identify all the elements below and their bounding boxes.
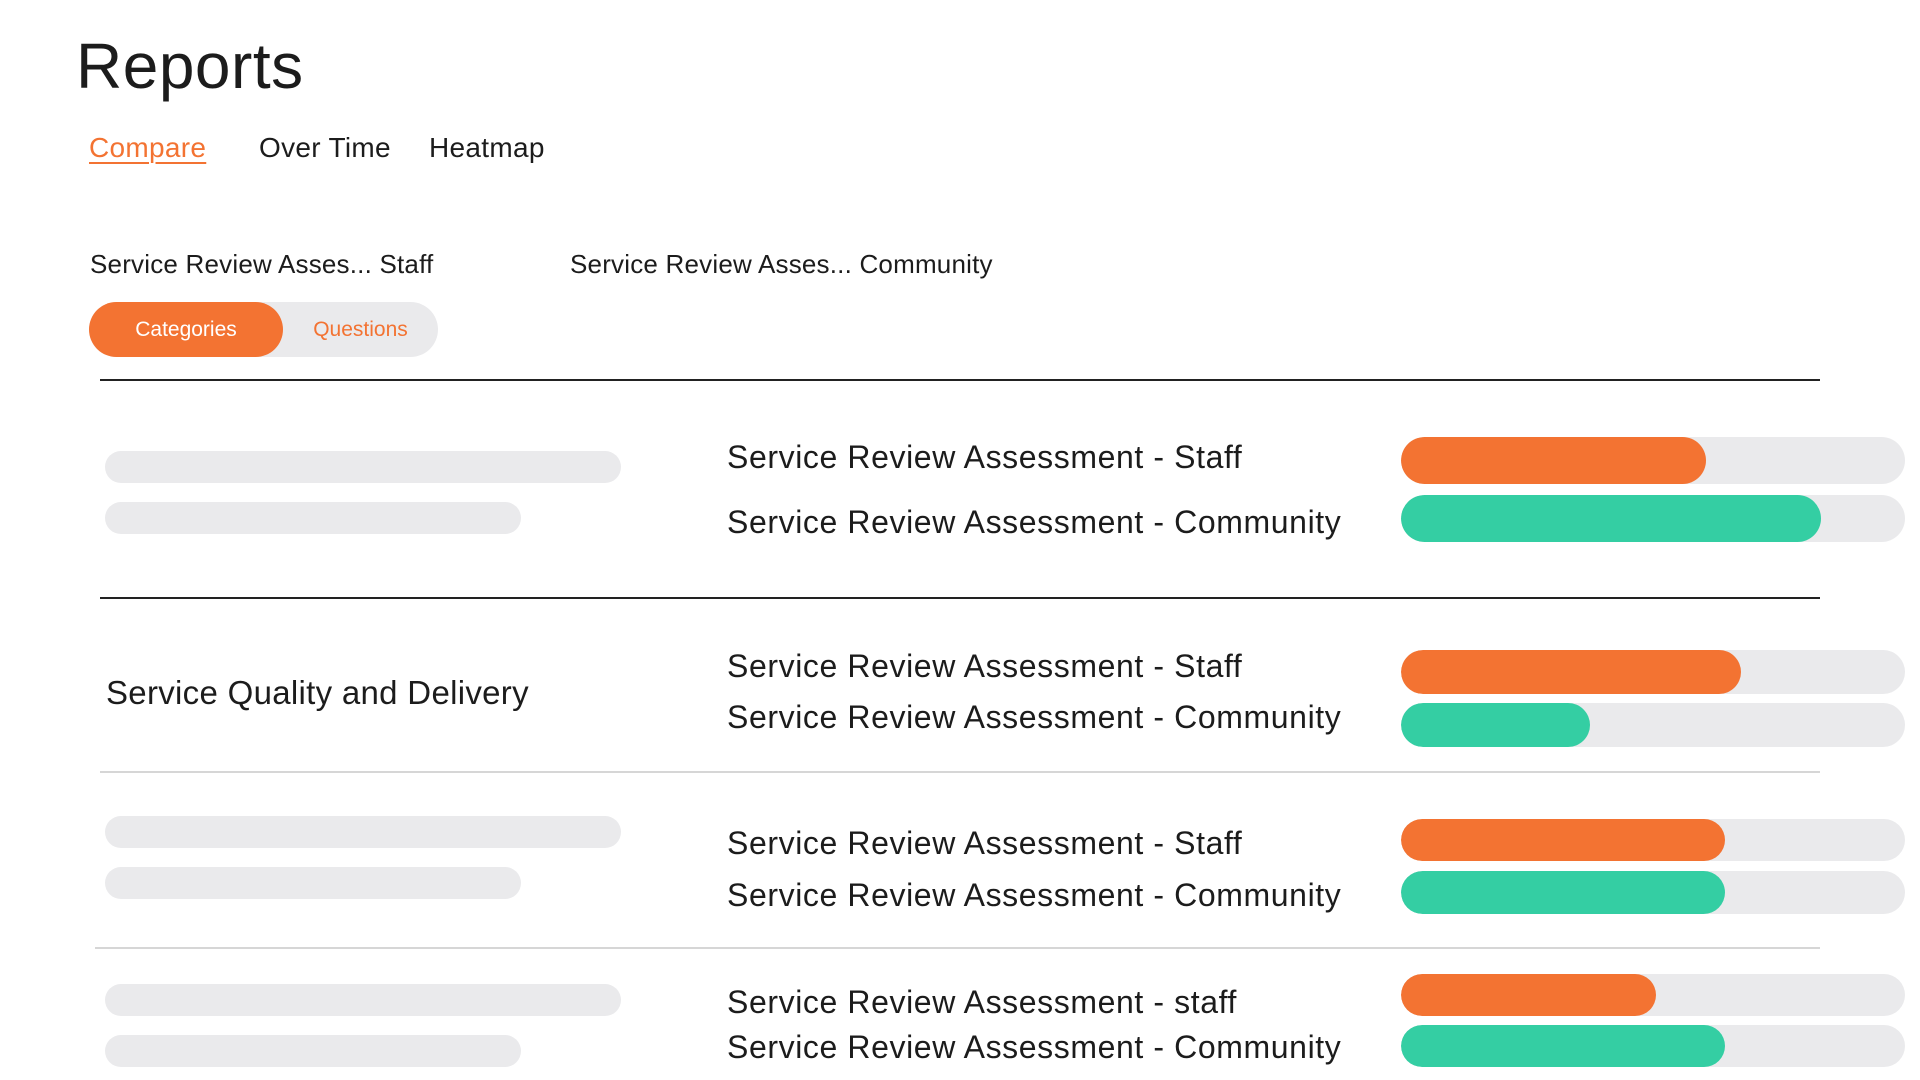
tab-compare[interactable]: Compare — [89, 130, 206, 166]
bar-label-community: Service Review Assessment - Community — [727, 1029, 1342, 1065]
page-title: Reports — [76, 30, 304, 102]
score-bar-community — [1401, 871, 1905, 914]
bar-label-community: Service Review Assessment - Community — [727, 504, 1342, 540]
score-bar-fill — [1401, 495, 1821, 542]
bar-label-community: Service Review Assessment - Community — [727, 699, 1342, 735]
divider — [100, 771, 1820, 773]
score-bar-fill — [1401, 437, 1706, 484]
category-skeleton — [105, 984, 621, 1016]
bar-label-community: Service Review Assessment - Community — [727, 877, 1342, 913]
bar-label-staff: Service Review Assessment - Staff — [727, 648, 1243, 684]
bar-label-staff: Service Review Assessment - staff — [727, 984, 1238, 1020]
categories-toggle-button[interactable]: Categories — [89, 302, 283, 357]
score-bar-community — [1401, 1025, 1905, 1067]
category-skeleton — [105, 502, 521, 534]
category-name[interactable]: Service Quality and Delivery — [106, 673, 529, 713]
score-bar-fill — [1401, 703, 1590, 747]
category-skeleton — [105, 867, 521, 899]
score-bar-staff — [1401, 819, 1905, 861]
score-bar-fill — [1401, 1025, 1726, 1067]
score-bar-staff — [1401, 650, 1905, 694]
divider — [100, 379, 1820, 381]
score-bar-staff — [1401, 437, 1905, 484]
score-bar-staff — [1401, 974, 1905, 1016]
bar-label-staff: Service Review Assessment - Staff — [727, 825, 1243, 861]
survey-label-staff[interactable]: Service Review Asses... Staff — [90, 248, 433, 280]
score-bar-fill — [1401, 974, 1657, 1016]
divider — [95, 947, 1820, 949]
category-skeleton — [105, 1035, 521, 1067]
score-bar-fill — [1401, 819, 1726, 861]
score-bar-community — [1401, 703, 1905, 747]
category-skeleton — [105, 816, 621, 848]
score-bar-fill — [1401, 650, 1742, 694]
score-bar-community — [1401, 495, 1905, 542]
view-toggle: Questions Categories — [89, 302, 438, 357]
bar-label-staff: Service Review Assessment - Staff — [727, 439, 1243, 475]
divider — [100, 597, 1820, 599]
tab-over-time[interactable]: Over Time — [259, 130, 391, 166]
questions-toggle-button[interactable]: Questions — [283, 302, 438, 357]
category-skeleton — [105, 451, 621, 483]
tab-heatmap[interactable]: Heatmap — [429, 130, 545, 166]
score-bar-fill — [1401, 871, 1726, 914]
survey-label-community[interactable]: Service Review Asses... Community — [570, 248, 993, 280]
